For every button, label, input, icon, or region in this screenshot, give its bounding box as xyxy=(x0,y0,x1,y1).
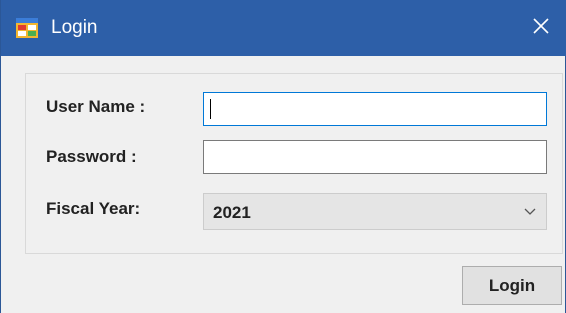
text-caret xyxy=(210,99,211,119)
close-icon xyxy=(532,17,550,40)
login-window: Login User Name : Password : Fiscal Year… xyxy=(0,0,566,313)
close-button[interactable] xyxy=(515,0,566,56)
password-label: Password : xyxy=(46,147,137,166)
form-app-icon xyxy=(16,18,38,38)
fiscal-year-value: 2021 xyxy=(213,203,251,222)
login-button[interactable]: Login xyxy=(462,266,562,305)
username-label: User Name : xyxy=(46,97,146,116)
chevron-down-icon xyxy=(522,204,538,220)
window-title: Login xyxy=(51,17,98,38)
fiscal-year-label: Fiscal Year: xyxy=(46,199,141,218)
username-field[interactable] xyxy=(203,92,547,126)
fiscal-year-dropdown[interactable]: 2021 xyxy=(203,193,547,230)
password-field[interactable] xyxy=(203,140,547,174)
title-bar[interactable]: Login xyxy=(1,0,566,56)
